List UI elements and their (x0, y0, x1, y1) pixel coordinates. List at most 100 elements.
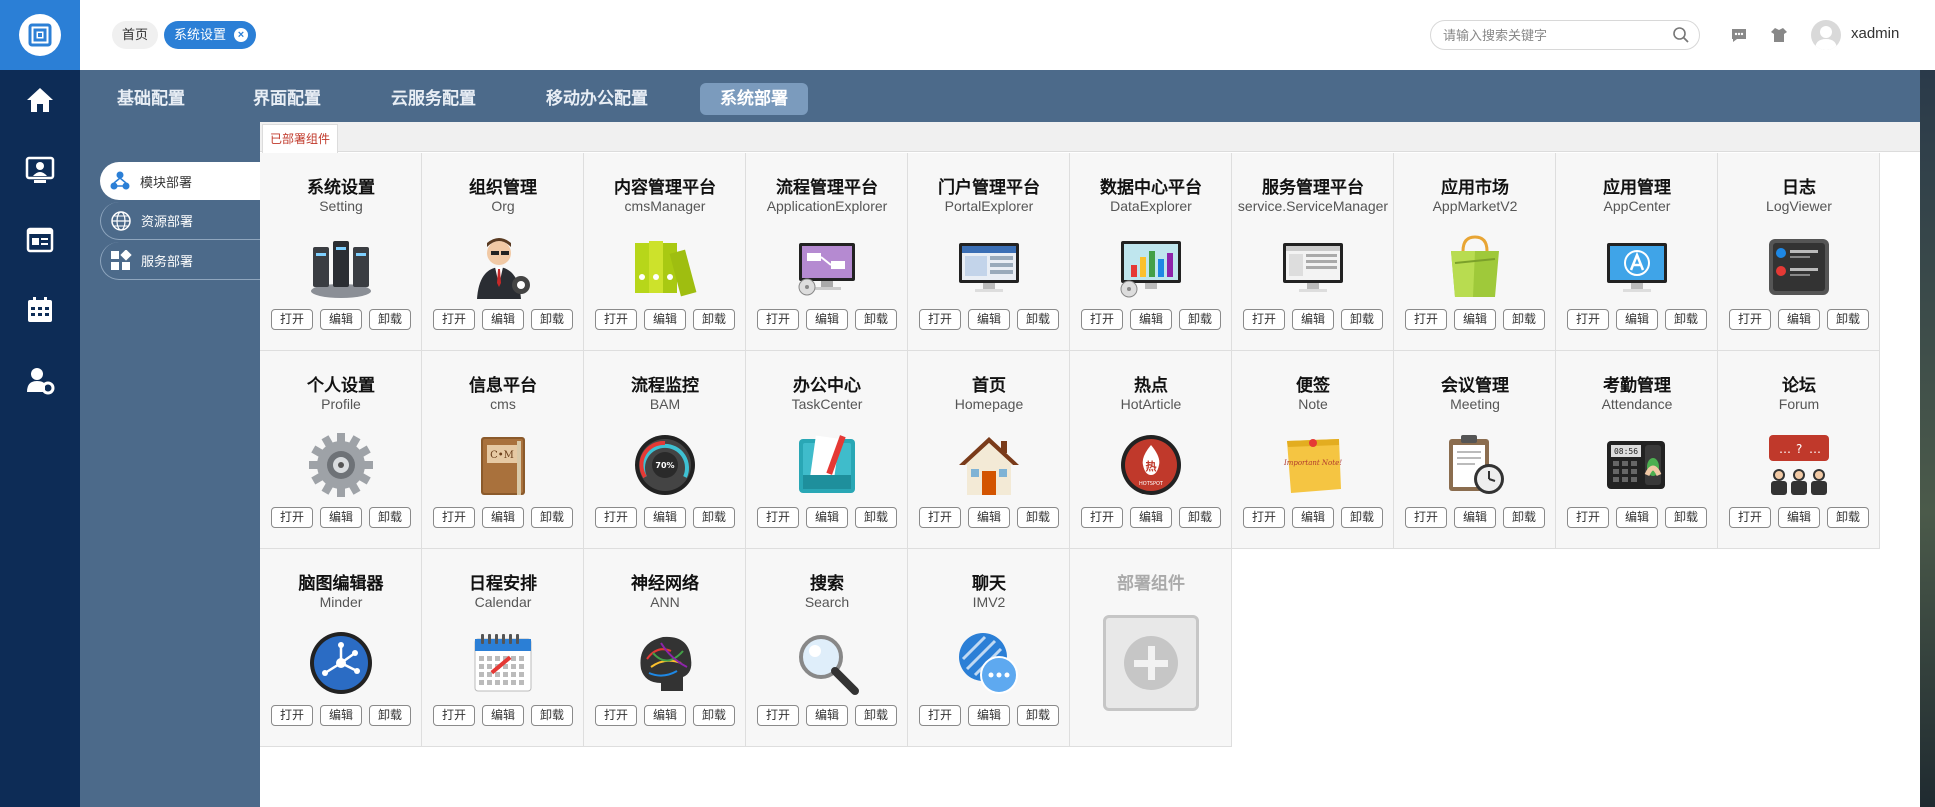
tab-deployed-components[interactable]: 已部署组件 (262, 124, 339, 153)
app-logo[interactable] (0, 0, 80, 70)
search-icon[interactable] (1672, 26, 1690, 49)
breadcrumb-active-tab[interactable]: 系统设置 × (164, 21, 257, 49)
module-card[interactable]: 门户管理平台 PortalExplorer 打开 编辑 卸载 (908, 153, 1070, 351)
open-button[interactable]: 打开 (595, 705, 637, 726)
open-button[interactable]: 打开 (757, 705, 799, 726)
open-button[interactable]: 打开 (1243, 309, 1285, 330)
uninstall-button[interactable]: 卸载 (1827, 507, 1869, 528)
module-card[interactable]: 流程监控 BAM 70% 打开 编辑 卸载 (584, 351, 746, 549)
uninstall-button[interactable]: 卸载 (1503, 309, 1545, 330)
uninstall-button[interactable]: 卸载 (855, 507, 897, 528)
breadcrumb-home[interactable]: 首页 (112, 21, 159, 49)
edit-button[interactable]: 编辑 (320, 309, 362, 330)
tab-system-deploy[interactable]: 系统部署 (700, 83, 808, 115)
edit-button[interactable]: 编辑 (968, 309, 1010, 330)
module-card[interactable]: 热点 HotArticle 热 HOTSPOT 打开 编辑 卸载 (1070, 351, 1232, 549)
open-button[interactable]: 打开 (1405, 309, 1447, 330)
edit-button[interactable]: 编辑 (320, 705, 362, 726)
module-card[interactable]: 应用市场 AppMarketV2 打开 编辑 卸载 (1394, 153, 1556, 351)
uninstall-button[interactable]: 卸载 (1827, 309, 1869, 330)
module-card[interactable]: 考勤管理 Attendance 08:56 打开 编辑 卸载 (1556, 351, 1718, 549)
module-card[interactable]: 个人设置 Profile 打开 编辑 卸载 (260, 351, 422, 549)
module-card[interactable]: 服务管理平台 service.ServiceManager 打开 编辑 卸载 (1232, 153, 1394, 351)
module-card[interactable]: 首页 Homepage 打开 编辑 卸载 (908, 351, 1070, 549)
tab-ui-config[interactable]: 界面配置 (233, 83, 341, 115)
edit-button[interactable]: 编辑 (1454, 309, 1496, 330)
uninstall-button[interactable]: 卸载 (1341, 309, 1383, 330)
tab-cloud-config[interactable]: 云服务配置 (371, 83, 496, 115)
sidebar-item-service-deploy[interactable]: 服务部署 (100, 242, 260, 280)
edit-button[interactable]: 编辑 (1616, 309, 1658, 330)
open-button[interactable]: 打开 (919, 507, 961, 528)
module-card[interactable]: 搜索 Search 打开 编辑 卸载 (746, 549, 908, 747)
uninstall-button[interactable]: 卸载 (1017, 309, 1059, 330)
module-card[interactable]: 日程安排 Calendar 打开 编辑 卸载 (422, 549, 584, 747)
sidebar-item-module-deploy[interactable]: 模块部署 (100, 162, 260, 200)
username[interactable]: xadmin (1851, 25, 1899, 42)
user-screen-icon[interactable] (0, 145, 80, 195)
edit-button[interactable]: 编辑 (1778, 507, 1820, 528)
open-button[interactable]: 打开 (1567, 507, 1609, 528)
module-card[interactable]: 流程管理平台 ApplicationExplorer 打开 编辑 卸载 (746, 153, 908, 351)
open-button[interactable]: 打开 (595, 507, 637, 528)
module-card[interactable]: 神经网络 ANN 打开 编辑 卸载 (584, 549, 746, 747)
uninstall-button[interactable]: 卸载 (369, 705, 411, 726)
module-card[interactable]: 聊天 IMV2 打开 编辑 卸载 (908, 549, 1070, 747)
module-card[interactable]: 日志 LogViewer 打开 编辑 卸载 (1718, 153, 1880, 351)
open-button[interactable]: 打开 (757, 309, 799, 330)
open-button[interactable]: 打开 (595, 309, 637, 330)
module-card[interactable]: 脑图编辑器 Minder 打开 编辑 卸载 (260, 549, 422, 747)
uninstall-button[interactable]: 卸载 (1017, 705, 1059, 726)
uninstall-button[interactable]: 卸载 (693, 309, 735, 330)
open-button[interactable]: 打开 (271, 705, 313, 726)
edit-button[interactable]: 编辑 (1616, 507, 1658, 528)
uninstall-button[interactable]: 卸载 (1179, 507, 1221, 528)
calendar-rail-icon[interactable] (0, 285, 80, 335)
close-icon[interactable]: × (234, 28, 249, 42)
open-button[interactable]: 打开 (757, 507, 799, 528)
uninstall-button[interactable]: 卸载 (531, 309, 573, 330)
open-button[interactable]: 打开 (919, 309, 961, 330)
module-card[interactable]: 信息平台 cms C•M 打开 编辑 卸载 (422, 351, 584, 549)
edit-button[interactable]: 编辑 (1778, 309, 1820, 330)
uninstall-button[interactable]: 卸载 (369, 507, 411, 528)
tab-mobile-config[interactable]: 移动办公配置 (526, 83, 668, 115)
edit-button[interactable]: 编辑 (806, 507, 848, 528)
open-button[interactable]: 打开 (1081, 507, 1123, 528)
open-button[interactable]: 打开 (433, 705, 475, 726)
uninstall-button[interactable]: 卸载 (1179, 309, 1221, 330)
uninstall-button[interactable]: 卸载 (1503, 507, 1545, 528)
edit-button[interactable]: 编辑 (1292, 507, 1334, 528)
edit-button[interactable]: 编辑 (806, 705, 848, 726)
uninstall-button[interactable]: 卸载 (693, 507, 735, 528)
open-button[interactable]: 打开 (1729, 309, 1771, 330)
search-input[interactable] (1430, 20, 1700, 50)
module-card[interactable]: 数据中心平台 DataExplorer 打开 编辑 卸载 (1070, 153, 1232, 351)
edit-button[interactable]: 编辑 (1292, 309, 1334, 330)
edit-button[interactable]: 编辑 (482, 705, 524, 726)
edit-button[interactable]: 编辑 (644, 507, 686, 528)
open-button[interactable]: 打开 (433, 507, 475, 528)
open-button[interactable]: 打开 (1567, 309, 1609, 330)
uninstall-button[interactable]: 卸载 (531, 705, 573, 726)
open-button[interactable]: 打开 (271, 507, 313, 528)
module-card[interactable]: 系统设置 Setting 打开 编辑 卸载 (260, 153, 422, 351)
module-card[interactable]: 办公中心 TaskCenter 打开 编辑 卸载 (746, 351, 908, 549)
open-button[interactable]: 打开 (1081, 309, 1123, 330)
edit-button[interactable]: 编辑 (644, 309, 686, 330)
edit-button[interactable]: 编辑 (1454, 507, 1496, 528)
uninstall-button[interactable]: 卸载 (693, 705, 735, 726)
uninstall-button[interactable]: 卸载 (1341, 507, 1383, 528)
open-button[interactable]: 打开 (271, 309, 313, 330)
edit-button[interactable]: 编辑 (644, 705, 686, 726)
uninstall-button[interactable]: 卸载 (531, 507, 573, 528)
sidebar-item-resource-deploy[interactable]: 资源部署 (100, 202, 260, 240)
add-module-card[interactable]: 部署组件 (1070, 549, 1232, 747)
edit-button[interactable]: 编辑 (1130, 507, 1172, 528)
edit-button[interactable]: 编辑 (806, 309, 848, 330)
uninstall-button[interactable]: 卸载 (1665, 507, 1707, 528)
user-settings-icon[interactable] (0, 355, 80, 405)
edit-button[interactable]: 编辑 (482, 309, 524, 330)
open-button[interactable]: 打开 (433, 309, 475, 330)
open-button[interactable]: 打开 (919, 705, 961, 726)
